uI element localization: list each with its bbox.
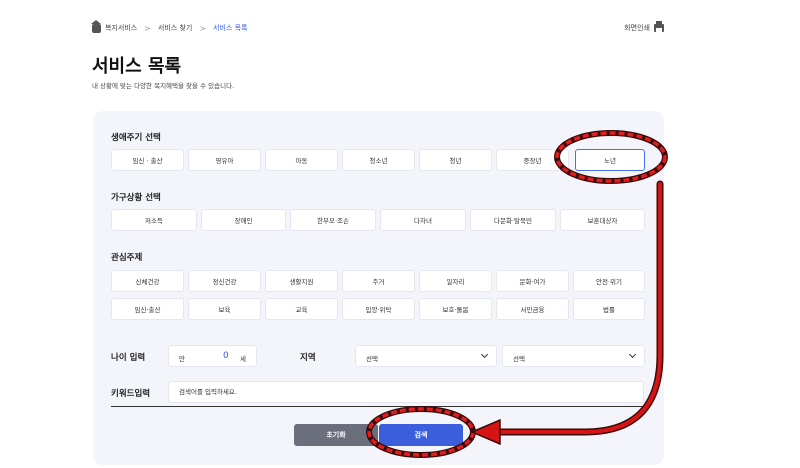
arrow-annotation — [470, 180, 664, 446]
highlight-ring-noyeon — [554, 130, 668, 184]
highlight-ring-search — [366, 406, 476, 458]
annotation-overlay — [366, 130, 668, 458]
